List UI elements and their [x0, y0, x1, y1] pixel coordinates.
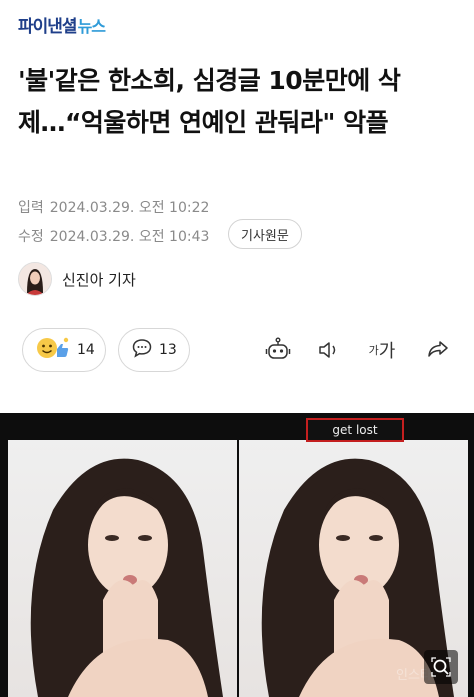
reaction-count: 14 — [77, 342, 95, 358]
font-small-label: 가 — [368, 344, 379, 357]
reporter-avatar — [18, 262, 52, 296]
share-button[interactable] — [422, 334, 454, 366]
logo-main-text: 파이낸셜 — [18, 17, 78, 37]
edit-date: 2024.03.29. 오전 10:43 — [49, 229, 210, 245]
reporter-name: 신진아 기자 — [62, 270, 136, 289]
edit-label: 수정 — [18, 229, 44, 245]
font-size-button[interactable]: 가가 — [366, 334, 398, 366]
site-logo[interactable]: 파이낸셜 뉴스 — [18, 12, 106, 40]
font-large-label: 가 — [378, 341, 396, 362]
reporter[interactable]: 신진아 기자 — [18, 262, 136, 296]
comment-icon — [131, 337, 153, 363]
comment-count: 13 — [159, 342, 177, 358]
emoji-reaction-icon — [35, 335, 71, 365]
share-icon — [428, 341, 448, 357]
article-photo[interactable] — [0, 413, 474, 697]
zoom-icon — [431, 657, 451, 677]
logo-sub-text: 뉴스 — [77, 17, 106, 36]
input-date: 2024.03.29. 오전 10:22 — [49, 200, 210, 216]
original-article-button[interactable]: 기사원문 — [228, 219, 302, 249]
avatar-image — [19, 263, 51, 295]
reaction-button[interactable]: 14 — [22, 328, 106, 372]
ai-summary-bot-button[interactable] — [262, 334, 294, 366]
text-to-speech-button[interactable] — [313, 334, 345, 366]
photo-zoom-button[interactable] — [424, 650, 458, 684]
ai-summary-bot-icon — [265, 337, 291, 359]
speaker-icon — [319, 342, 336, 358]
input-date-row: 입력 2024.03.29. 오전 10:22 — [18, 197, 209, 217]
article-title: '불'같은 한소희, 심경글 10분만에 삭제…“억울하면 연예인 관둬라" 악… — [18, 66, 401, 137]
photo-caption-overlay: get lost — [306, 418, 404, 442]
edit-date-row: 수정 2024.03.29. 오전 10:43 — [18, 226, 209, 246]
photo-panel-left — [8, 440, 237, 697]
input-label: 입력 — [18, 200, 44, 216]
comment-button[interactable]: 13 — [118, 328, 190, 372]
